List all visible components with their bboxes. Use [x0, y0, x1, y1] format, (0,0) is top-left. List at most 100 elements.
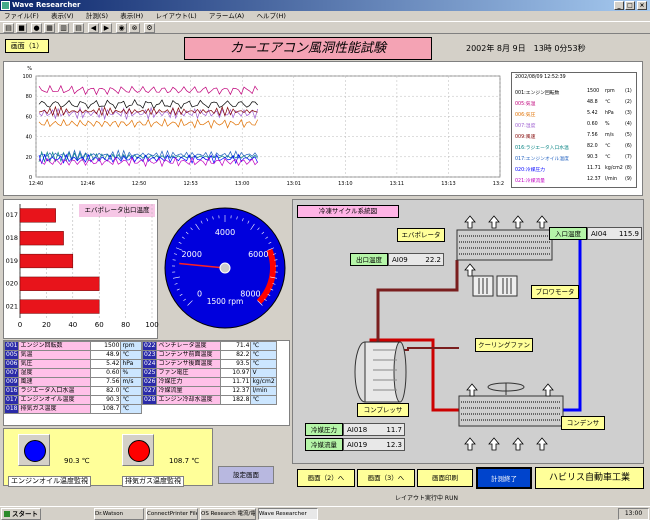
- chart-icon[interactable]: ▤: [73, 23, 84, 33]
- minimize-button[interactable]: _: [614, 1, 624, 10]
- menu-help[interactable]: ヘルプ(H): [256, 12, 285, 20]
- table-row: 023 コンデンサ前面温度 82.2 ℃: [141, 350, 277, 360]
- table-cell: 93.5: [220, 359, 252, 369]
- bar-chart: 0 20 40 60 80 100017018019020021: [6, 204, 159, 329]
- table-cell: 冷媒流量: [156, 386, 222, 396]
- alarm-icon[interactable]: ⊗: [129, 23, 140, 33]
- trend-legend-header: 2002/08/09 12:52:39: [515, 75, 566, 80]
- maximize-button[interactable]: □: [625, 1, 635, 10]
- table-row: 005 気温 48.9 ℃: [3, 350, 143, 360]
- table-cell: ベンチレータ温度: [156, 341, 222, 351]
- menu-bar: ファイル(F) 表示(V) 計測(S) 表示(H) レイアウト(L) アラーム(…: [0, 11, 650, 21]
- exhaust-temp-lamp: [128, 440, 150, 462]
- trend-x-tick: 13:20: [493, 181, 504, 187]
- cycle-diagram-panel: 冷凍サイクル系統図 エバポレータ ブロワモータ クーリングファン コンプレッサ …: [292, 199, 644, 464]
- table-cell: 001: [3, 341, 20, 351]
- trend-legend-item: 016:ラジエータ入口水温 82.0 ℃ (6): [515, 144, 632, 151]
- menu-layout[interactable]: レイアウト(L): [155, 12, 196, 20]
- table-row: 018 排気ガス温度 108.7 ℃: [3, 404, 143, 414]
- menu-file[interactable]: ファイル(F): [4, 12, 39, 20]
- table-cell: ℃: [120, 386, 143, 396]
- open-icon[interactable]: ▤: [3, 23, 14, 33]
- task-item-1[interactable]: Dr.Watson: [94, 508, 144, 520]
- lamp-panel: 90.3 ℃ エンジンオイル温度監視 108.7 ℃ 排気ガス温度監視: [3, 428, 213, 487]
- trend-x-tick: 12:50: [132, 181, 146, 187]
- status-bar: レイアウト実行中 RUN: [395, 495, 458, 502]
- gauge-tick-label: 4000: [215, 228, 235, 237]
- table-cell: 湿度: [18, 368, 92, 378]
- table-cell: 5.42: [90, 359, 122, 369]
- table-row: 001 エンジン回転数 1500 rpm: [3, 341, 143, 351]
- table-row: 026 冷媒圧力 11.71 kg/cm2: [141, 377, 277, 387]
- trend-legend-item: 005:気温 48.8 ℃ (2): [515, 100, 632, 107]
- pipe-darkred: [376, 260, 459, 345]
- table-cell: 1500: [90, 341, 122, 351]
- table-cell: 009: [3, 377, 20, 387]
- bar-category-label: 020: [6, 280, 18, 288]
- table-cell: コンデンサ前面温度: [156, 350, 222, 360]
- task-item-3[interactable]: OS Research 電流/電圧: [200, 508, 256, 520]
- table-cell: 0.60: [90, 368, 122, 378]
- table-cell: 11.71: [220, 377, 252, 387]
- table-cell: ℃: [120, 350, 143, 360]
- close-button[interactable]: ×: [637, 1, 647, 10]
- table-cell: 022: [141, 341, 158, 351]
- table-cell: 023: [141, 350, 158, 360]
- screen-label: 画面（1）: [5, 39, 49, 53]
- back-icon[interactable]: ◀: [88, 23, 99, 33]
- record-icon[interactable]: ◉: [116, 23, 127, 33]
- oil-temp-lamp-box: [18, 434, 50, 466]
- task-item-4[interactable]: Wave Researcher: [258, 508, 318, 520]
- table-cell: 気温: [18, 350, 92, 360]
- windows-logo-icon: [4, 511, 10, 517]
- table-row: 022 ベンチレータ温度 71.4 ℃: [141, 341, 277, 351]
- flow-value: AI019 12.3: [343, 438, 405, 451]
- table-cell: ℃: [250, 350, 277, 360]
- table-cell: 018: [3, 404, 20, 414]
- table-cell: 027: [141, 386, 158, 396]
- taskbar-clock: 13:00: [618, 508, 649, 520]
- trend-y-tick: 80: [26, 94, 32, 100]
- table-cell: 71.4: [220, 341, 252, 351]
- menu-view[interactable]: 表示(V): [51, 12, 74, 20]
- blower-unit: [472, 275, 518, 297]
- gauge-tick-label: 6000: [248, 250, 268, 259]
- inlet-temp-label: 入口温度: [549, 227, 587, 240]
- condenser-coil: [458, 395, 564, 427]
- table-cell: l/min: [250, 386, 277, 396]
- end-measure-button[interactable]: 計測終了: [476, 467, 532, 489]
- table-cell: kg/cm2: [250, 377, 277, 387]
- screen2-button[interactable]: 画面（2）へ: [297, 469, 355, 487]
- bar-category-label: 017: [6, 211, 18, 219]
- start-button[interactable]: スタート: [1, 508, 41, 520]
- gauge-tick-label: 2000: [182, 250, 202, 259]
- forward-icon[interactable]: ▶: [101, 23, 112, 33]
- task-item-2[interactable]: ConnectPrinter FileWave: [146, 508, 198, 520]
- graph-icon[interactable]: ▥: [58, 23, 69, 33]
- stop-icon[interactable]: ●: [31, 23, 42, 33]
- trend-x-tick: 13:13: [441, 181, 455, 187]
- trend-legend-item: 017:エンジンオイル温度 90.3 ℃ (7): [515, 155, 632, 162]
- print-icon[interactable]: ▦: [44, 23, 55, 33]
- bar-category-label: 018: [6, 234, 18, 242]
- inlet-temp-value: AI04 115.9: [587, 227, 642, 240]
- trend-x-tick: 12:53: [183, 181, 197, 187]
- bar-x-tick: 0: [18, 321, 22, 329]
- trend-x-tick: 12:46: [80, 181, 94, 187]
- bar: [19, 231, 64, 246]
- table-row: 016 ラジエータ入口水温 82.0 ℃: [3, 386, 143, 396]
- table-cell: 気圧: [18, 359, 92, 369]
- menu-alarm[interactable]: アラーム(A): [209, 12, 244, 20]
- trend-y-tick: 20: [26, 155, 32, 161]
- table-row: 006 気圧 5.42 hPa: [3, 359, 143, 369]
- oil-temp-lamp: [24, 440, 46, 462]
- save-icon[interactable]: ■: [16, 23, 27, 33]
- menu-measure[interactable]: 計測(S): [86, 12, 108, 20]
- pressure-value: AI018 11.7: [343, 423, 405, 436]
- print-screen-button[interactable]: 画面印刷: [417, 469, 473, 487]
- screen3-button[interactable]: 画面（3）へ: [357, 469, 415, 487]
- menu-display[interactable]: 表示(H): [120, 12, 143, 20]
- settings-icon[interactable]: ⚙: [144, 23, 155, 33]
- table-cell: ℃: [250, 395, 277, 405]
- settings-screen-button[interactable]: 設定画面: [218, 466, 274, 484]
